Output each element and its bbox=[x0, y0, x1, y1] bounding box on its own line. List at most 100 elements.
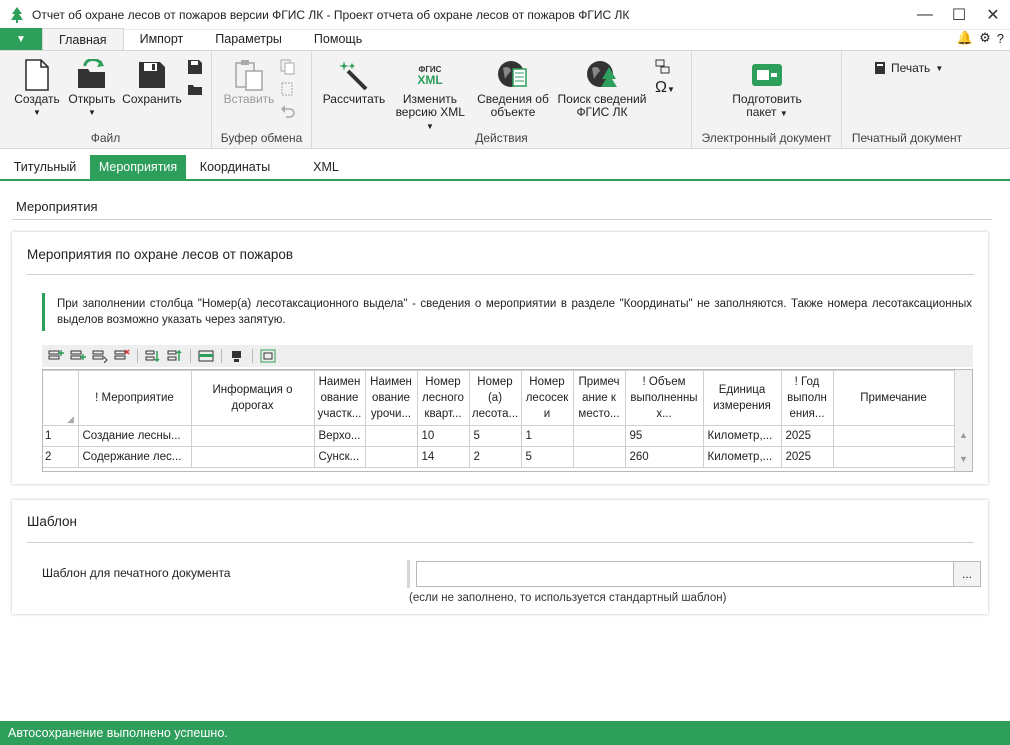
move-up-icon[interactable] bbox=[165, 347, 185, 365]
table-cell[interactable]: 5 bbox=[468, 425, 522, 447]
table-cell[interactable]: 95 bbox=[624, 425, 704, 447]
tab-parameters[interactable]: Параметры bbox=[199, 28, 298, 50]
scroll-up-icon[interactable]: ▲ bbox=[959, 430, 968, 440]
tab-title-page[interactable]: Титульный bbox=[6, 155, 84, 179]
table-cell[interactable]: 2025 bbox=[780, 425, 834, 447]
browse-button[interactable]: ... bbox=[953, 561, 981, 587]
cut-icon[interactable] bbox=[280, 81, 296, 97]
tab-home[interactable]: Главная bbox=[42, 28, 124, 50]
column-header[interactable]: Примечание bbox=[832, 370, 955, 426]
tab-import[interactable]: Импорт bbox=[124, 28, 200, 50]
tab-coordinates[interactable]: Координаты bbox=[190, 155, 280, 179]
edit-row-icon[interactable] bbox=[196, 347, 216, 365]
copy-icon[interactable] bbox=[280, 59, 296, 75]
menu-bar: ▼ Главная Импорт Параметры Помощь 🔔 ⚙ ? bbox=[0, 28, 1010, 50]
import-icon[interactable] bbox=[227, 347, 247, 365]
table-cell[interactable] bbox=[832, 446, 955, 468]
scroll-down-icon[interactable]: ▼ bbox=[959, 454, 968, 464]
paste-clipboard-icon bbox=[235, 60, 263, 91]
minimize-button[interactable]: — bbox=[908, 0, 942, 30]
table-cell[interactable]: 5 bbox=[520, 446, 574, 468]
tab-xml[interactable]: XML bbox=[296, 155, 356, 179]
row-number: 1 bbox=[43, 425, 79, 447]
close-button[interactable]: ✕ bbox=[976, 0, 1010, 30]
print-button[interactable]: Печать ▼ bbox=[874, 61, 943, 75]
column-header[interactable]: Номер лесосек и bbox=[520, 370, 574, 426]
column-header[interactable]: Единица измерения bbox=[702, 370, 782, 426]
table-cell[interactable]: Километр,... bbox=[702, 425, 782, 447]
template-path-input[interactable] bbox=[416, 561, 954, 587]
column-header[interactable]: ! Мероприятие bbox=[77, 370, 192, 426]
add-row-icon[interactable] bbox=[46, 347, 66, 365]
save-disk-icon bbox=[139, 62, 165, 88]
table-cell[interactable]: Создание лесны... bbox=[77, 425, 192, 447]
table-cell[interactable] bbox=[190, 425, 315, 447]
object-info-button[interactable]: Сведения об объекте bbox=[474, 57, 552, 119]
row-number-header[interactable]: ◢ bbox=[43, 370, 79, 426]
column-header[interactable]: Информация о дорогах bbox=[190, 370, 315, 426]
table-cell[interactable] bbox=[572, 446, 626, 468]
window-switch-icon[interactable] bbox=[655, 59, 671, 75]
column-header[interactable]: Номер лесного кварт... bbox=[416, 370, 470, 426]
table-cell[interactable]: 2 bbox=[468, 446, 522, 468]
table-cell[interactable]: 10 bbox=[416, 425, 470, 447]
table-cell[interactable] bbox=[572, 425, 626, 447]
table-cell[interactable]: Сунск... bbox=[313, 446, 366, 468]
move-down-icon[interactable] bbox=[143, 347, 163, 365]
table-cell[interactable] bbox=[364, 425, 418, 447]
column-header[interactable]: Номер (а) лесота... bbox=[468, 370, 522, 426]
document-tabs: Титульный Мероприятия Координаты XML bbox=[0, 155, 1010, 181]
group-label-actions: Действия bbox=[475, 131, 528, 145]
info-note: При заполнении столбца "Номер(а) лесотак… bbox=[42, 293, 972, 331]
grid-vertical-scrollbar[interactable]: ▲ ▼ bbox=[954, 370, 972, 471]
tab-measures[interactable]: Мероприятия bbox=[90, 155, 186, 179]
prepare-package-button[interactable]: Подготовить пакет ▼ bbox=[722, 57, 812, 120]
column-header[interactable]: Примеч ание к место... bbox=[572, 370, 626, 426]
maximize-icon: ☐ bbox=[951, 7, 967, 24]
table-cell[interactable]: 2025 bbox=[780, 446, 834, 468]
table-cell[interactable]: 14 bbox=[416, 446, 470, 468]
measures-card-title: Мероприятия по охране лесов от пожаров bbox=[27, 247, 294, 262]
help-icon[interactable]: ? bbox=[997, 31, 1004, 46]
save-button[interactable]: Сохранить bbox=[121, 57, 183, 106]
undo-icon[interactable] bbox=[280, 103, 296, 119]
table-cell[interactable] bbox=[364, 446, 418, 468]
table-cell[interactable] bbox=[832, 425, 955, 447]
column-header[interactable]: Наимен ование урочи... bbox=[364, 370, 418, 426]
change-xml-version-button[interactable]: ФГИС XML Изменить версию XML ▼ bbox=[390, 57, 470, 133]
table-cell[interactable] bbox=[190, 446, 315, 468]
table-row[interactable]: 2 Содержание лес... Сунск... 14 2 5 260 … bbox=[43, 446, 955, 468]
group-label-print: Печатный документ bbox=[851, 131, 963, 145]
save-small-icon[interactable] bbox=[187, 59, 203, 75]
close-icon: ✕ bbox=[986, 7, 1000, 24]
table-cell[interactable]: Содержание лес... bbox=[77, 446, 192, 468]
bell-icon[interactable]: 🔔 bbox=[957, 30, 973, 46]
create-button[interactable]: Создать ▼ bbox=[12, 57, 62, 119]
settings-icon[interactable]: ⚙ bbox=[979, 30, 991, 46]
paste-button[interactable]: Вставить bbox=[222, 57, 276, 106]
delete-row-icon[interactable] bbox=[112, 347, 132, 365]
window-title: Отчет об охране лесов от пожаров версии … bbox=[32, 7, 630, 22]
fgis-search-button[interactable]: Поиск сведений ФГИС ЛК bbox=[555, 57, 649, 119]
file-menu-button[interactable]: ▼ bbox=[0, 28, 42, 50]
tab-help[interactable]: Помощь bbox=[298, 28, 378, 50]
table-cell[interactable]: Километр,... bbox=[702, 446, 782, 468]
table-cell[interactable]: 260 bbox=[624, 446, 704, 468]
open-button[interactable]: Открыть ▼ bbox=[66, 57, 118, 119]
column-header[interactable]: Наимен ование участк... bbox=[313, 370, 366, 426]
template-field-label: Шаблон для печатного документа bbox=[42, 566, 231, 580]
table-cell[interactable]: 1 bbox=[520, 425, 574, 447]
omega-icon[interactable]: Ω▼ bbox=[655, 79, 675, 97]
open-folder-icon bbox=[78, 59, 105, 88]
column-header[interactable]: ! Год выполн ения... bbox=[780, 370, 834, 426]
table-cell[interactable]: Верхо... bbox=[313, 425, 366, 447]
calculate-button[interactable]: Рассчитать bbox=[320, 57, 388, 106]
group-label-edoc: Электронный документ bbox=[701, 131, 832, 145]
folder-small-icon[interactable] bbox=[187, 81, 203, 97]
table-row[interactable]: 1 Создание лесны... Верхо... 10 5 1 95 К… bbox=[43, 425, 955, 447]
column-header[interactable]: ! Объем выполненны х... bbox=[624, 370, 704, 426]
fit-columns-icon[interactable] bbox=[258, 347, 278, 365]
copy-row-icon[interactable] bbox=[90, 347, 110, 365]
insert-row-icon[interactable] bbox=[68, 347, 88, 365]
maximize-button[interactable]: ☐ bbox=[942, 0, 976, 30]
